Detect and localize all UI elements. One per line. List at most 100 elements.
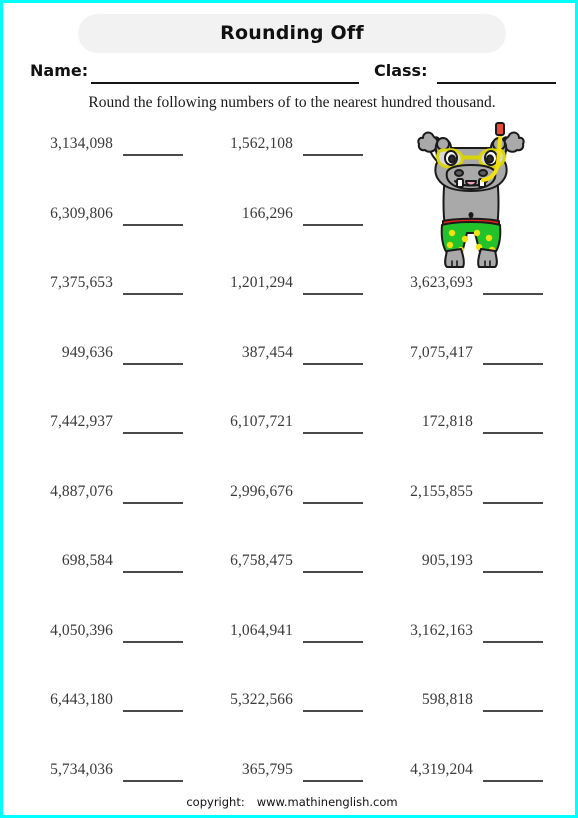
problem-cell: 5,734,036 (15, 760, 183, 786)
name-label: Name: (30, 61, 89, 80)
problem-number: 598,818 (421, 691, 473, 708)
answer-blank[interactable] (123, 362, 183, 365)
problem-number: 6,443,180 (50, 691, 113, 708)
problem-number: 3,623,693 (410, 274, 473, 291)
title-banner: Rounding Off (78, 14, 506, 53)
website-url: www.mathinenglish.com (256, 795, 398, 809)
answer-blank[interactable] (483, 501, 543, 504)
answer-blank[interactable] (303, 640, 363, 643)
problem-row: 4,887,076 2,996,676 2,155,855 (3, 482, 578, 508)
problem-number: 5,734,036 (50, 760, 113, 778)
problem-number: 5,322,566 (230, 691, 293, 708)
problem-row: 7,442,937 6,107,721 172,818 (3, 412, 578, 438)
problem-cell: 1,201,294 (195, 273, 363, 299)
problem-number: 6,758,475 (230, 552, 293, 569)
answer-blank[interactable] (483, 362, 543, 365)
problem-cell: 7,075,417 (375, 343, 543, 369)
problem-number: 4,319,204 (410, 760, 473, 778)
answer-blank[interactable] (303, 362, 363, 365)
footer: copyright: www.mathinenglish.com (3, 795, 578, 809)
problem-number: 3,162,163 (410, 621, 473, 639)
answer-blank[interactable] (303, 293, 363, 295)
problem-number: 166,296 (241, 204, 293, 222)
answer-blank[interactable] (123, 293, 183, 295)
problem-cell: 3,134,098 (15, 134, 183, 160)
problem-cell: 6,309,806 (15, 204, 183, 230)
problem-number: 7,375,653 (50, 274, 113, 291)
problem-number: 6,309,806 (50, 204, 113, 222)
problem-row: 6,443,180 5,322,566 598,818 (3, 690, 578, 716)
page-title: Rounding Off (220, 22, 364, 44)
problem-cell: 4,319,204 (375, 760, 543, 786)
problem-cell: 1,562,108 (195, 134, 363, 160)
problem-cell: 905,193 (375, 551, 543, 577)
problem-row: 5,734,036 365,795 4,319,204 (3, 760, 578, 786)
problem-number: 1,064,941 (230, 621, 293, 639)
problem-cell: 3,162,163 (375, 621, 543, 647)
problem-cell: 365,795 (195, 760, 363, 786)
problem-cell: 4,887,076 (15, 482, 183, 508)
problem-cell: 166,296 (195, 204, 363, 230)
problem-cell: 5,322,566 (195, 690, 363, 716)
answer-blank[interactable] (303, 710, 363, 712)
answer-blank[interactable] (483, 710, 543, 712)
problem-number: 2,155,855 (410, 482, 473, 500)
problem-number: 698,584 (61, 552, 113, 569)
answer-blank[interactable] (483, 432, 543, 434)
problem-number: 172,818 (421, 413, 473, 430)
problem-cell: 7,375,653 (15, 273, 183, 299)
problem-row: 949,636 387,454 7,075,417 (3, 343, 578, 369)
problem-cell: 3,623,693 (375, 273, 543, 299)
answer-blank[interactable] (303, 154, 363, 156)
answer-blank[interactable] (123, 432, 183, 434)
problem-number: 365,795 (241, 760, 293, 778)
problem-cell: 2,155,855 (375, 482, 543, 508)
answer-blank[interactable] (483, 640, 543, 643)
problem-number: 2,996,676 (230, 482, 293, 500)
worksheet-page: Rounding Off Name: Class: Round the foll… (0, 0, 578, 818)
problem-number: 4,887,076 (50, 482, 113, 500)
answer-blank[interactable] (303, 779, 363, 782)
answer-blank[interactable] (123, 640, 183, 643)
answer-blank[interactable] (123, 710, 183, 712)
problem-cell: 6,758,475 (195, 551, 363, 577)
answer-blank[interactable] (123, 779, 183, 782)
answer-blank[interactable] (483, 779, 543, 782)
answer-blank[interactable] (303, 223, 363, 226)
problem-number: 905,193 (421, 552, 473, 569)
problem-number: 7,442,937 (50, 413, 113, 430)
problem-row: 4,050,396 1,064,941 3,162,163 (3, 621, 578, 647)
problem-cell: 1,064,941 (195, 621, 363, 647)
problem-cell: 7,442,937 (15, 412, 183, 438)
class-label: Class: (374, 61, 428, 80)
answer-blank[interactable] (123, 154, 183, 156)
problem-cell: 949,636 (15, 343, 183, 369)
problem-cell: 6,443,180 (15, 690, 183, 716)
answer-blank[interactable] (303, 501, 363, 504)
answer-blank[interactable] (303, 571, 363, 573)
problem-cell: 2,996,676 (195, 482, 363, 508)
problem-number: 387,454 (241, 343, 293, 361)
problem-cell: 6,107,721 (195, 412, 363, 438)
problem-cell: 387,454 (195, 343, 363, 369)
problem-cell: 172,818 (375, 412, 543, 438)
answer-blank[interactable] (123, 501, 183, 504)
answer-blank[interactable] (123, 571, 183, 573)
problem-number: 1,201,294 (230, 274, 293, 291)
name-input-line[interactable] (91, 82, 359, 84)
instruction-text: Round the following numbers of to the ne… (88, 94, 496, 111)
problem-number: 7,075,417 (410, 343, 473, 361)
class-input-line[interactable] (437, 82, 556, 84)
answer-blank[interactable] (303, 432, 363, 434)
problem-number: 949,636 (61, 343, 113, 361)
problem-number: 6,107,721 (230, 413, 293, 430)
problem-row: 698,584 6,758,475 905,193 (3, 551, 578, 577)
answer-blank[interactable] (123, 223, 183, 226)
problem-number: 1,562,108 (230, 135, 293, 152)
problem-number: 4,050,396 (50, 621, 113, 639)
answer-blank[interactable] (483, 293, 543, 295)
problem-row: 7,375,653 1,201,294 3,623,693 (3, 273, 578, 299)
problem-cell: 4,050,396 (15, 621, 183, 647)
copyright-label: copyright: (186, 795, 245, 809)
answer-blank[interactable] (483, 571, 543, 573)
